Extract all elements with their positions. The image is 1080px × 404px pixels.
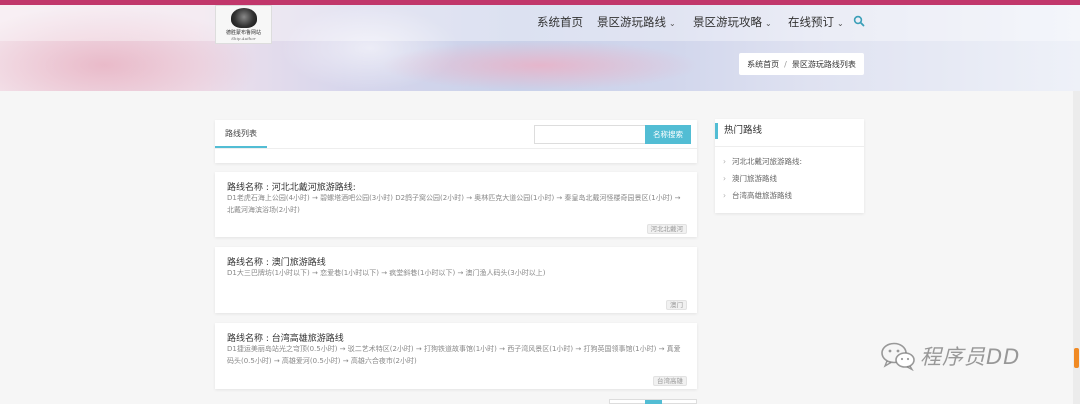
route-tag: 河北北戴河: [646, 224, 687, 234]
scrollbar-thumb[interactable]: [1074, 348, 1079, 368]
divider: [715, 146, 864, 147]
hot-route-link[interactable]: › 河北北戴河旅游路线:: [723, 156, 802, 167]
nav-item-routes[interactable]: 景区游玩路线 ⌄: [597, 14, 676, 30]
chevron-right-icon: ›: [723, 174, 726, 183]
watermark-text: 程序员DD: [920, 345, 1021, 369]
tab-route-list[interactable]: 路线列表: [215, 120, 267, 148]
main-nav: 系统首页 景区游玩路线 ⌄ 景区游玩攻略 ⌄ 在线预订 ⌄: [0, 14, 1080, 34]
nav-item-label: 景区游玩路线: [597, 15, 666, 29]
pagination: [609, 399, 697, 404]
chevron-right-icon: ›: [723, 191, 726, 200]
breadcrumb-separator: /: [784, 59, 787, 69]
route-tag: 台湾高雄: [653, 376, 687, 386]
tab-divider: [215, 148, 697, 149]
chevron-down-icon: ⌄: [837, 19, 844, 28]
chevron-right-icon: ›: [723, 157, 726, 166]
route-description: D1老虎石海上公园(4小时) → 碧螺塔酒吧公园(3小时) D2鸽子窝公园(2小…: [227, 194, 681, 214]
route-description: D1大三巴牌坊(1小时以下) → 恋爱巷(1小时以下) → 疯堂斜巷(1小时以下…: [227, 269, 546, 277]
nav-item-home[interactable]: 系统首页: [537, 14, 583, 30]
nav-item-booking[interactable]: 在线预订 ⌄: [788, 14, 844, 30]
route-description: D1捷运美丽岛站光之穹顶(0.5小时) → 驳二艺术特区(2小时) → 打狗铁道…: [227, 345, 681, 365]
hot-routes-title: 热门路线: [715, 123, 762, 139]
nav-item-label: 景区游玩攻略: [693, 15, 762, 29]
hot-route-link[interactable]: › 澳门旅游路线: [723, 173, 777, 184]
logo-subtext: Ship Author: [231, 36, 256, 41]
route-card[interactable]: 路线名称 : 澳门旅游路线 D1大三巴牌坊(1小时以下) → 恋爱巷(1小时以下…: [215, 247, 697, 313]
watermark: 程序员DD: [880, 340, 1020, 372]
route-tag: 澳门: [666, 300, 687, 310]
hot-route-link[interactable]: › 台湾高雄旅游路线: [723, 190, 792, 201]
chevron-down-icon: ⌄: [765, 19, 772, 28]
hot-routes-panel: 热门路线 › 河北北戴河旅游路线: › 澳门旅游路线 › 台湾高雄旅游路线: [715, 119, 864, 213]
search-button[interactable]: 名称搜索: [645, 125, 691, 144]
hero-decoration: [380, 40, 700, 91]
pagination-active-page[interactable]: [645, 400, 662, 404]
nav-item-label: 系统首页: [537, 15, 583, 29]
route-card[interactable]: 路线名称 : 河北北戴河旅游路线: D1老虎石海上公园(4小时) → 碧螺塔酒吧…: [215, 172, 697, 237]
wechat-icon: [881, 342, 915, 371]
breadcrumb: 系统首页 / 景区游玩路线列表: [739, 53, 864, 75]
breadcrumb-home[interactable]: 系统首页: [747, 59, 779, 70]
route-card[interactable]: 路线名称 : 台湾高雄旅游路线 D1捷运美丽岛站光之穹顶(0.5小时) → 驳二…: [215, 323, 697, 389]
search-input[interactable]: [534, 125, 646, 144]
nav-item-guides[interactable]: 景区游玩攻略 ⌄: [693, 14, 772, 30]
nav-item-label: 在线预订: [788, 15, 834, 29]
hot-route-label: 台湾高雄旅游路线: [732, 191, 792, 200]
breadcrumb-current: 景区游玩路线列表: [791, 59, 856, 69]
search-icon[interactable]: [853, 15, 865, 27]
hot-route-label: 河北北戴河旅游路线:: [732, 157, 803, 166]
chevron-down-icon: ⌄: [669, 19, 676, 28]
route-list-header: 路线列表 名称搜索: [215, 120, 697, 163]
hot-route-label: 澳门旅游路线: [732, 174, 777, 183]
